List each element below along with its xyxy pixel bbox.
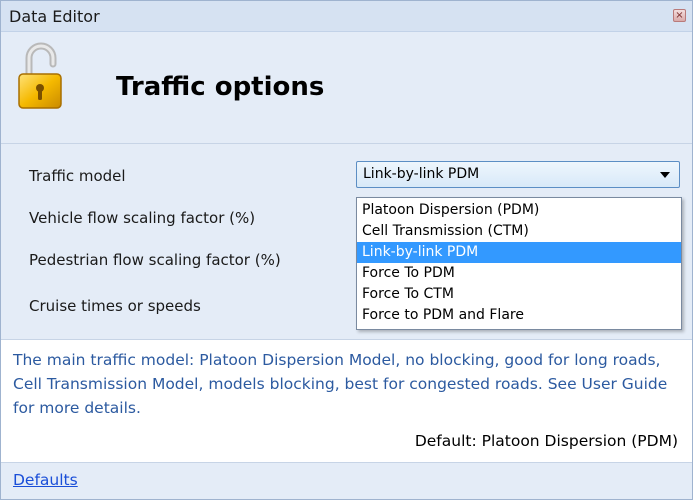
- option-cell-transmission[interactable]: Cell Transmission (CTM): [357, 221, 681, 242]
- traffic-model-label: Traffic model: [29, 167, 126, 185]
- window-title: Data Editor: [9, 7, 100, 26]
- option-force-to-pdm[interactable]: Force To PDM: [357, 263, 681, 284]
- default-value-text: Default: Platoon Dispersion (PDM): [414, 432, 678, 450]
- close-button[interactable]: ×: [673, 9, 686, 22]
- option-link-by-link-pdm[interactable]: Link-by-link PDM: [357, 242, 681, 263]
- close-icon: ×: [675, 10, 684, 21]
- chevron-down-icon[interactable]: [660, 172, 670, 178]
- pedestrian-flow-scaling-label: Pedestrian flow scaling factor (%): [29, 251, 281, 269]
- option-force-to-pdm-and-flare[interactable]: Force to PDM and Flare: [357, 305, 681, 326]
- traffic-model-dropdown[interactable]: Link-by-link PDM: [356, 161, 680, 188]
- divider: [1, 143, 692, 144]
- option-force-to-ctm[interactable]: Force To CTM: [357, 284, 681, 305]
- data-editor-window: Data Editor × Traffic options Traffic mo…: [0, 0, 693, 500]
- header: Traffic options: [1, 32, 692, 142]
- info-panel: The main traffic model: Platoon Dispersi…: [1, 339, 692, 463]
- cruise-times-label: Cruise times or speeds: [29, 297, 201, 315]
- option-platoon-dispersion[interactable]: Platoon Dispersion (PDM): [357, 200, 681, 221]
- traffic-model-options-list: Platoon Dispersion (PDM) Cell Transmissi…: [356, 197, 682, 330]
- info-description: The main traffic model: Platoon Dispersi…: [13, 351, 668, 417]
- vehicle-flow-scaling-label: Vehicle flow scaling factor (%): [29, 209, 256, 227]
- defaults-link[interactable]: Defaults: [13, 471, 78, 489]
- title-bar: Data Editor ×: [1, 1, 692, 32]
- page-title: Traffic options: [116, 72, 325, 102]
- traffic-model-selected-value: Link-by-link PDM: [363, 166, 480, 182]
- padlock-unlocked-icon: [18, 42, 62, 109]
